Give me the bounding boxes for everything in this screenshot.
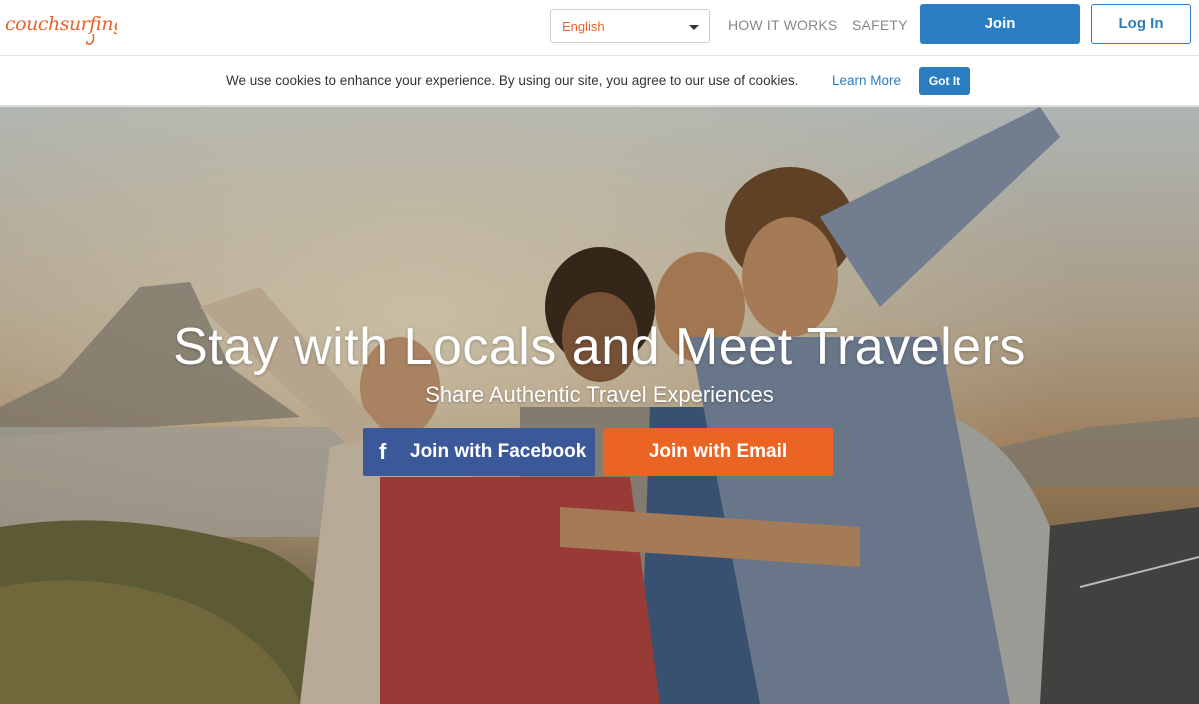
couchsurfing-logo[interactable]: couchsurfing <box>5 4 117 48</box>
facebook-icon: f <box>379 439 387 464</box>
cookie-got-it-button[interactable]: Got It <box>919 67 970 95</box>
hero-subtitle: Share Authentic Travel Experiences <box>425 382 774 407</box>
cookie-message: We use cookies to enhance your experienc… <box>226 73 799 88</box>
language-selected: English <box>562 19 605 34</box>
site-header: couchsurfing English HOW IT WORKS SAFETY… <box>0 0 1199 56</box>
logo-text: couchsurfing <box>5 13 117 35</box>
join-with-facebook-button[interactable]: f Join with Facebook <box>363 428 595 476</box>
join-with-email-button[interactable]: Join with Email <box>603 428 833 476</box>
hero-section: Stay with Locals and Meet Travelers Shar… <box>0 107 1199 704</box>
hero-title: Stay with Locals and Meet Travelers <box>173 318 1026 376</box>
chevron-down-icon <box>689 25 699 30</box>
nav-safety[interactable]: SAFETY <box>852 17 908 33</box>
join-button[interactable]: Join <box>920 4 1080 44</box>
language-select[interactable]: English <box>550 9 710 43</box>
login-button[interactable]: Log In <box>1091 4 1191 44</box>
cookie-banner: We use cookies to enhance your experienc… <box>0 57 1199 107</box>
join-with-facebook-label: Join with Facebook <box>410 441 587 462</box>
cookie-learn-more-link[interactable]: Learn More <box>832 73 901 88</box>
nav-how-it-works[interactable]: HOW IT WORKS <box>728 17 837 33</box>
